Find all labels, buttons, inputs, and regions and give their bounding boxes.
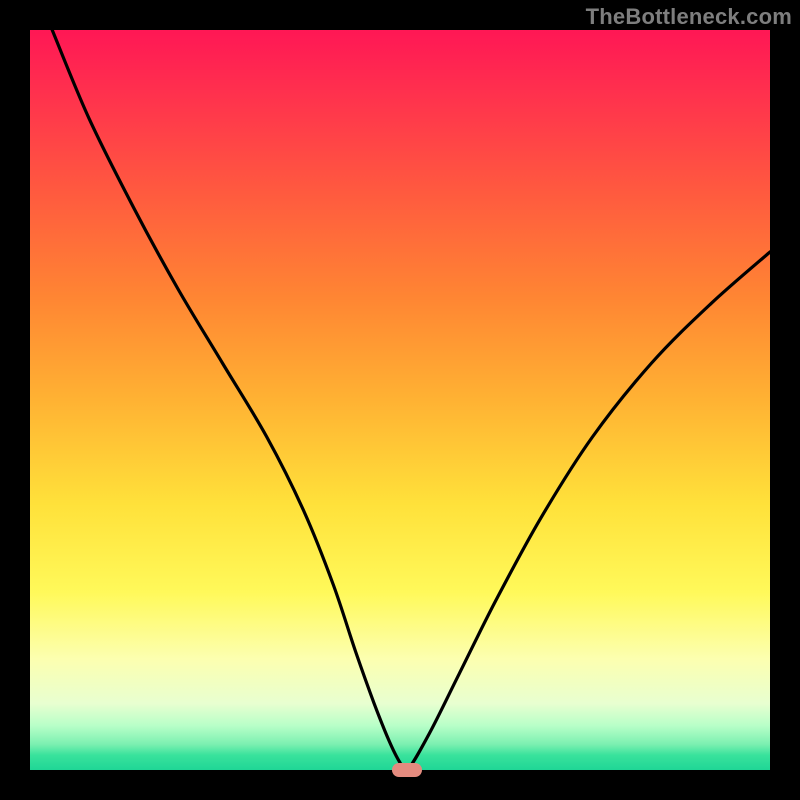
plot-background-gradient	[30, 30, 770, 770]
chart-frame: TheBottleneck.com	[0, 0, 800, 800]
attribution-text: TheBottleneck.com	[586, 4, 792, 30]
minimum-marker	[392, 763, 422, 777]
